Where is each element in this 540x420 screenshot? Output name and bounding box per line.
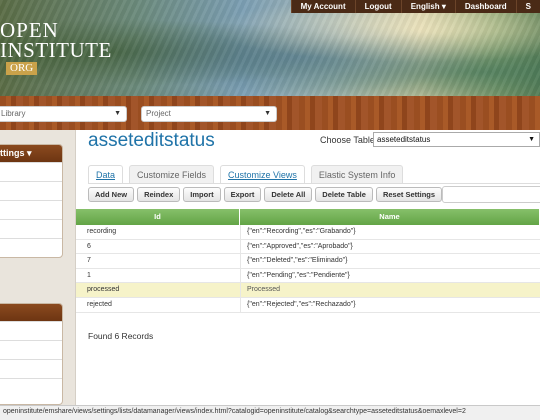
cell-name: {"en":"Rejected","es":"Rechazado"} <box>240 297 540 312</box>
table-row[interactable]: recording {"en":"Recording","es":"Graban… <box>76 225 540 240</box>
sidebar-row[interactable] <box>0 219 62 238</box>
tab-bar: Data Customize Fields Customize Views El… <box>88 165 409 183</box>
sidebar-row[interactable] <box>0 238 62 257</box>
page-title: asseteditstatus <box>88 130 215 151</box>
secondary-panel-header <box>0 304 62 321</box>
toolbar: Add New Reindex Import Export Delete All… <box>88 187 443 202</box>
cell-id: 6 <box>87 242 91 250</box>
chevron-down-icon: ▼ <box>528 136 535 143</box>
tab-divider <box>88 183 540 184</box>
cell-name: {"en":"Deleted","es":"Eliminado"} <box>240 254 540 268</box>
search-input[interactable] <box>442 186 540 203</box>
sidebar-row[interactable] <box>0 340 62 359</box>
browser-status-bar: openinstitute/emshare/views/settings/lis… <box>0 405 540 420</box>
nav-truncated[interactable]: S <box>515 0 540 13</box>
column-header-id[interactable]: Id <box>76 209 240 225</box>
sidebar-row[interactable] <box>0 321 62 340</box>
header-banner: OPEN INSTITUTE ORG My Account Logout Eng… <box>0 0 540 96</box>
cell-name: {"en":"Approved","es":"Aprobado"} <box>240 239 540 254</box>
data-grid: Id Name recording {"en":"Recording","es"… <box>76 209 540 313</box>
cell-id: processed <box>87 286 120 294</box>
tab-customize-fields[interactable]: Customize Fields <box>129 165 215 183</box>
chevron-down-icon: ▼ <box>114 110 121 117</box>
secondary-panel <box>0 303 63 405</box>
cell-id: recording <box>87 228 117 235</box>
sidebar-row[interactable] <box>0 181 62 200</box>
selector-bar: Library ▼ Project ▼ <box>0 96 540 130</box>
reindex-button[interactable]: Reindex <box>137 187 181 202</box>
settings-panel-header[interactable]: ttings ▾ <box>0 145 62 162</box>
sidebar-row[interactable] <box>0 378 62 397</box>
tab-elastic-system-info[interactable]: Elastic System Info <box>310 165 404 183</box>
settings-panel: ttings ▾ <box>0 144 63 258</box>
delete-table-button[interactable]: Delete Table <box>315 187 373 202</box>
logo-line-2: INSTITUTE <box>0 38 112 62</box>
tab-customize-views[interactable]: Customize Views <box>220 165 305 183</box>
nav-my-account[interactable]: My Account <box>290 0 355 13</box>
grid-header: Id Name <box>76 209 540 225</box>
project-select-label: Project <box>146 109 171 118</box>
table-row[interactable]: 6 {"en":"Approved","es":"Aprobado"} <box>76 239 540 255</box>
choose-table-value: asseteditstatus <box>377 135 431 144</box>
export-button[interactable]: Export <box>223 187 262 202</box>
cell-name: Processed <box>240 283 540 297</box>
sidebar-row[interactable] <box>0 162 62 181</box>
import-button[interactable]: Import <box>183 187 221 202</box>
add-new-button[interactable]: Add New <box>88 187 135 202</box>
table-row-selected[interactable]: processed Processed <box>76 283 540 298</box>
site-logo[interactable]: OPEN INSTITUTE ORG <box>0 20 112 75</box>
project-select[interactable]: Project ▼ <box>141 106 277 122</box>
chevron-down-icon: ▼ <box>264 110 271 117</box>
cell-id: 7 <box>87 257 91 265</box>
column-header-name[interactable]: Name <box>240 209 540 225</box>
sidebar-row[interactable] <box>0 359 62 378</box>
reset-settings-button[interactable]: Reset Settings <box>375 187 443 202</box>
record-count: Found 6 Records <box>88 331 154 341</box>
top-nav: My Account Logout English ▾ Dashboard S <box>290 0 540 13</box>
cell-name: {"en":"Recording","es":"Grabando"} <box>240 225 540 239</box>
status-url: openinstitute/emshare/views/settings/lis… <box>3 408 466 415</box>
delete-all-button[interactable]: Delete All <box>264 187 313 202</box>
library-select[interactable]: Library ▼ <box>0 106 127 122</box>
nav-dashboard[interactable]: Dashboard <box>454 0 516 13</box>
table-row[interactable]: rejected {"en":"Rejected","es":"Rechazad… <box>76 297 540 313</box>
cell-id: rejected <box>87 300 112 308</box>
cell-name: {"en":"Pending","es":"Pendiente"} <box>240 268 540 283</box>
choose-table-select[interactable]: asseteditstatus ▼ <box>373 132 540 147</box>
nav-language[interactable]: English ▾ <box>400 0 455 13</box>
logo-line-3: ORG <box>6 62 38 75</box>
table-row[interactable]: 1 {"en":"Pending","es":"Pendiente"} <box>76 268 540 284</box>
sidebar-row[interactable] <box>0 200 62 219</box>
table-row[interactable]: 7 {"en":"Deleted","es":"Eliminado"} <box>76 254 540 269</box>
tab-data[interactable]: Data <box>88 165 124 183</box>
nav-logout[interactable]: Logout <box>354 0 401 13</box>
choose-table-label: Choose Table: <box>320 135 378 145</box>
library-select-label: Library <box>1 109 26 118</box>
cell-id: 1 <box>87 271 91 279</box>
